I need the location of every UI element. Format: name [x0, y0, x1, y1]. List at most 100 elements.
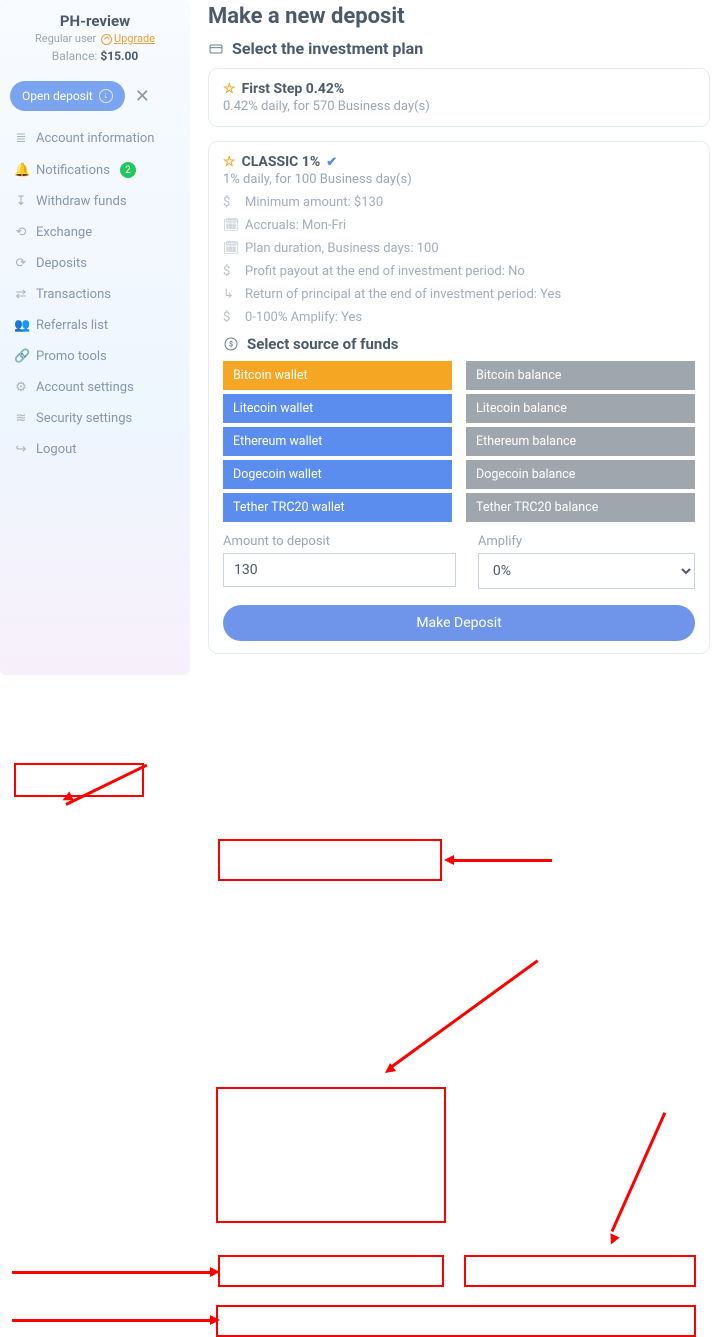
select-plan-heading: Select the investment plan — [208, 39, 710, 58]
detail-text: Plan duration, Business days: 100 — [245, 241, 439, 256]
sidebar-item-logout[interactable]: ↪ Logout — [10, 434, 180, 465]
card-icon — [208, 41, 224, 57]
select-plan-label: Select the investment plan — [232, 39, 423, 58]
menu-label: Account information — [36, 131, 155, 146]
open-deposit-button[interactable]: Open deposit ↓ — [10, 81, 125, 111]
detail-text: Minimum amount: $130 — [245, 195, 383, 210]
amplify-label: Amplify — [478, 534, 695, 549]
balance-dogecoin-balance[interactable]: Dogecoin balance — [466, 460, 695, 489]
menu-icon: ↧ — [14, 194, 28, 209]
svg-text:$: $ — [229, 340, 233, 349]
menu-icon: ⟳ — [14, 256, 28, 271]
user-box: PH-review Regular user Upgrade Balance: … — [10, 8, 180, 73]
star-icon: ☆ — [223, 154, 236, 170]
amplify-group: Amplify 0% — [478, 534, 695, 589]
balance-ethereum-balance[interactable]: Ethereum balance — [466, 427, 695, 456]
menu-label: Withdraw funds — [36, 194, 127, 209]
plan-detail: 🗓 Accruals: Mon-Fri — [223, 218, 695, 233]
balance-tether-trc20-balance[interactable]: Tether TRC20 balance — [466, 493, 695, 522]
page-title: Make a new deposit — [208, 4, 710, 29]
menu-label: Referrals list — [36, 318, 108, 333]
plan-detail: ↳ Return of principal at the end of inves… — [223, 287, 695, 302]
user-type: Regular user Upgrade — [10, 32, 180, 45]
open-deposit-label: Open deposit — [22, 89, 93, 103]
wallet-litecoin-wallet[interactable]: Litecoin wallet — [223, 394, 452, 423]
user-type-label: Regular user — [35, 32, 96, 45]
amount-group: Amount to deposit — [223, 534, 456, 589]
plan-classic[interactable]: ☆ CLASSIC 1% ✔ 1% daily, for 100 Busines… — [208, 141, 710, 654]
menu-label: Security settings — [36, 411, 132, 426]
menu-icon: 🔗 — [14, 349, 28, 364]
menu-icon: ≋ — [14, 411, 28, 426]
sidebar-item-account-settings[interactable]: ⚙ Account settings — [10, 372, 180, 403]
plan-first-step-title: First Step 0.42% — [242, 81, 345, 97]
plan-detail: 🗓 Plan duration, Business days: 100 — [223, 241, 695, 256]
detail-icon: 🗓 — [223, 218, 237, 233]
make-deposit-button[interactable]: Make Deposit — [223, 605, 695, 641]
menu-icon: 👥 — [14, 318, 28, 333]
plan-first-step-sub: 0.42% daily, for 570 Business day(s) — [223, 99, 695, 114]
menu-label: Transactions — [36, 287, 111, 302]
plan-detail: $0-100% Amplify: Yes — [223, 310, 695, 325]
detail-icon: ↳ — [223, 287, 237, 302]
plan-detail: $ Profit payout at the end of investment … — [223, 264, 695, 279]
menu-icon: ≣ — [14, 131, 28, 146]
plan-first-step[interactable]: ☆ First Step 0.42% 0.42% daily, for 570 … — [208, 68, 710, 127]
user-name: PH-review — [10, 12, 180, 30]
wallet-dogecoin-wallet[interactable]: Dogecoin wallet — [223, 460, 452, 489]
plan-classic-title: CLASSIC 1% — [242, 154, 321, 170]
detail-icon: $ — [223, 264, 237, 279]
sidebar-item-account-information[interactable]: ≣ Account information — [10, 123, 180, 154]
sidebar-item-security-settings[interactable]: ≋ Security settings — [10, 403, 180, 434]
balance-value: $15.00 — [100, 49, 138, 63]
badge: 2 — [120, 162, 136, 178]
menu-icon: 🔔 — [14, 163, 28, 178]
wallet-bitcoin-wallet[interactable]: Bitcoin wallet — [223, 361, 452, 390]
close-icon[interactable]: ✕ — [135, 86, 150, 107]
sof-grid: Bitcoin wallet Bitcoin balance Litecoin wa… — [223, 361, 695, 522]
sidebar-item-transactions[interactable]: ⇄Transactions — [10, 279, 180, 310]
plan-classic-sub: 1% daily, for 100 Business day(s) — [223, 172, 695, 187]
arrow-down-circle-icon: ↓ — [99, 89, 113, 103]
sof-heading: $ Select source of funds — [223, 335, 695, 353]
menu-label: Promo tools — [36, 349, 107, 364]
wallet-tether-trc20-wallet[interactable]: Tether TRC20 wallet — [223, 493, 452, 522]
balance-label: Balance: — [52, 49, 98, 63]
balance-bitcoin-balance[interactable]: Bitcoin balance — [466, 361, 695, 390]
plan-detail: $ Minimum amount: $130 — [223, 195, 695, 210]
upgrade-link[interactable]: Upgrade — [114, 32, 155, 45]
amount-label: Amount to deposit — [223, 534, 456, 549]
nav-menu: ≣ Account information 🔔 Notifications 2 ↧ With… — [10, 123, 180, 465]
sidebar: PH-review Regular user Upgrade Balance: … — [0, 0, 190, 675]
check-icon: ✔ — [326, 155, 337, 170]
menu-icon: ⟲ — [14, 225, 28, 240]
sof-heading-label: Select source of funds — [247, 335, 399, 353]
sidebar-item-withdraw-funds[interactable]: ↧ Withdraw funds — [10, 186, 180, 217]
detail-text: 0-100% Amplify: Yes — [245, 310, 362, 325]
menu-label: Exchange — [36, 225, 92, 240]
menu-label: Notifications — [36, 163, 110, 178]
detail-icon: 🗓 — [223, 241, 237, 256]
sidebar-item-promo-tools[interactable]: 🔗 Promo tools — [10, 341, 180, 372]
balance-litecoin-balance[interactable]: Litecoin balance — [466, 394, 695, 423]
sidebar-item-deposits[interactable]: ⟳Deposits — [10, 248, 180, 279]
sidebar-item-exchange[interactable]: ⟲ Exchange — [10, 217, 180, 248]
amplify-select[interactable]: 0% — [478, 553, 695, 589]
menu-icon: ⚙ — [14, 380, 28, 395]
sidebar-item-referrals-list[interactable]: 👥 Referrals list — [10, 310, 180, 341]
amount-input[interactable] — [223, 553, 456, 587]
dollar-circle-icon: $ — [223, 336, 239, 352]
menu-label: Logout — [36, 442, 77, 457]
star-icon: ☆ — [223, 81, 236, 97]
menu-icon: ↪ — [14, 442, 28, 457]
detail-icon: $ — [223, 310, 237, 325]
detail-text: Profit payout at the end of investment p… — [245, 264, 525, 279]
sidebar-item-notifications[interactable]: 🔔 Notifications 2 — [10, 154, 180, 186]
menu-label: Account settings — [36, 380, 134, 395]
detail-text: Return of principal at the end of invest… — [245, 287, 561, 302]
detail-text: Accruals: Mon-Fri — [245, 218, 346, 233]
detail-icon: $ — [223, 195, 237, 210]
upgrade-icon — [101, 34, 112, 45]
wallet-ethereum-wallet[interactable]: Ethereum wallet — [223, 427, 452, 456]
main: Make a new deposit Select the investment… — [190, 0, 720, 675]
